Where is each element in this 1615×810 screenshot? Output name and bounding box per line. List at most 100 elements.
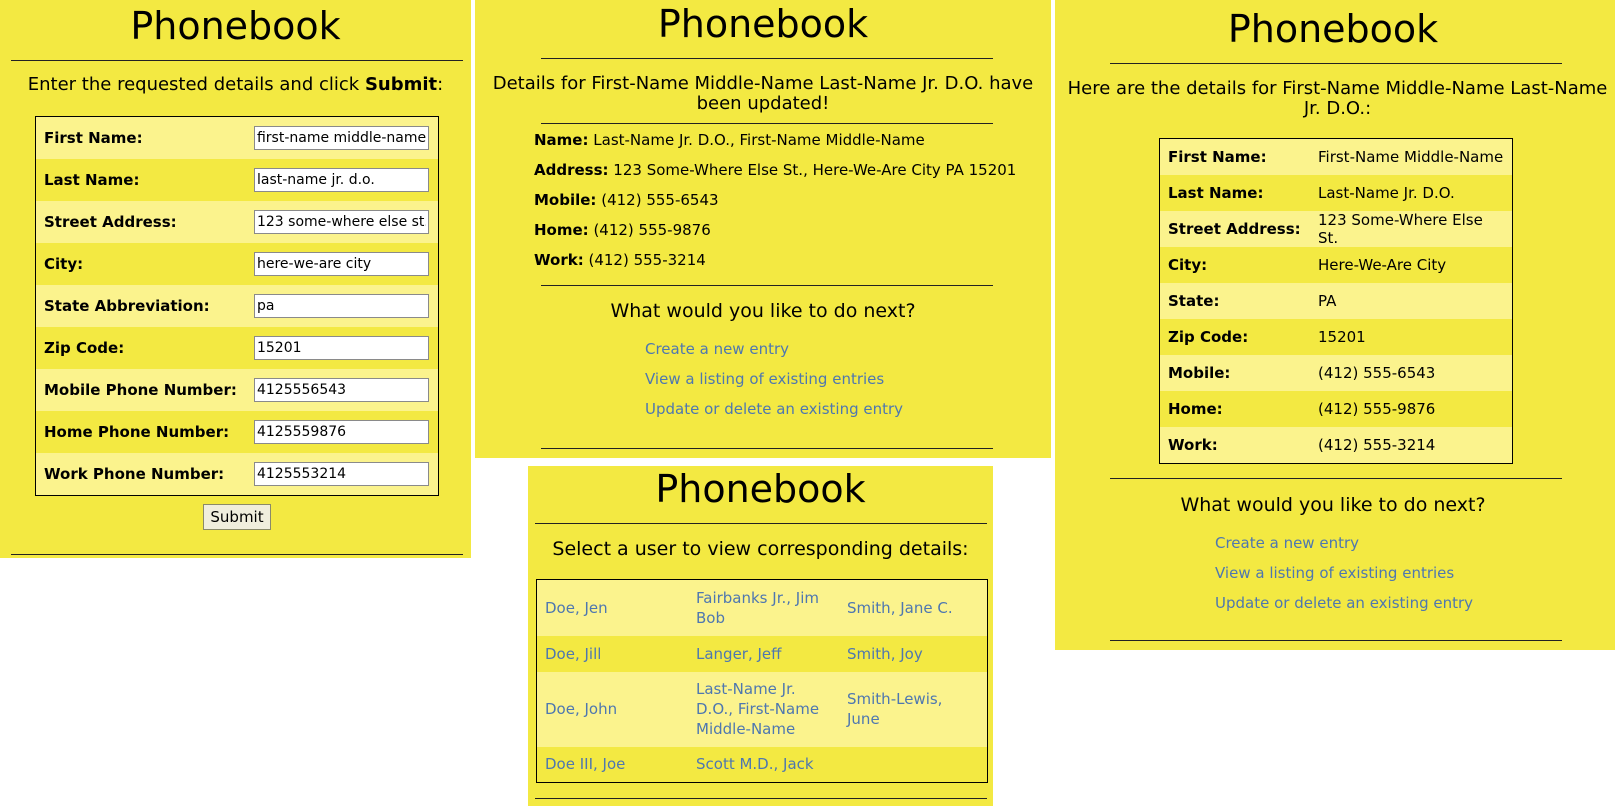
divider (541, 448, 993, 449)
page-title: Phonebook (655, 467, 866, 511)
field-label: State Abbreviation: (44, 297, 210, 315)
detail-row: Home: (412) 555-9876 (1159, 391, 1513, 427)
detail-value: (412) 555-3214 (1318, 436, 1436, 454)
first-name-input[interactable] (253, 126, 429, 150)
table-row: Doe, John Last-Name Jr. D.O., First-Name… (536, 671, 988, 747)
detail-label: Address: (534, 161, 609, 179)
detail-value: (412) 555-6543 (1318, 364, 1436, 382)
user-link[interactable]: Doe, Jill (545, 645, 601, 663)
detail-row: Zip Code: 15201 (1159, 319, 1513, 355)
detail-label: Last Name: (1168, 184, 1264, 202)
next-actions-links: Create a new entry View a listing of exi… (1215, 534, 1473, 624)
details-message: Here are the details for First-Name Midd… (1067, 78, 1608, 119)
update-message: Details for First-Name Middle-Name Last-… (492, 73, 1034, 114)
field-label: Street Address: (44, 213, 177, 231)
detail-label: State: (1168, 292, 1220, 310)
update-delete-link[interactable]: Update or delete an existing entry (1215, 594, 1473, 612)
detail-row: First Name: First-Name Middle-Name (1159, 138, 1513, 175)
divider (1110, 478, 1562, 479)
update-delete-link[interactable]: Update or delete an existing entry (645, 400, 903, 418)
next-actions-heading: What would you like to do next? (610, 300, 916, 322)
table-row: Doe, Jen Fairbanks Jr., Jim Bob Smith, J… (536, 579, 988, 636)
field-label: Home Phone Number: (44, 423, 230, 441)
detail-row: Last Name: Last-Name Jr. D.O. (1159, 175, 1513, 211)
divider (541, 123, 993, 124)
detail-value: PA (1318, 292, 1337, 310)
create-entry-link[interactable]: Create a new entry (645, 340, 789, 358)
user-link[interactable]: Smith, Jane C. (847, 599, 953, 617)
detail-row: Home: (412) 555-9876 (534, 218, 1016, 248)
detail-value: Last-Name Jr. D.O. (1318, 184, 1455, 202)
user-link[interactable]: Doe, Jen (545, 599, 608, 617)
instructions-end: : (437, 74, 444, 95)
mobile-phone-input[interactable] (253, 378, 429, 402)
entry-form-table: First Name: Last Name: Street Address: C… (35, 116, 439, 496)
next-actions-heading: What would you like to do next? (1180, 494, 1486, 516)
user-link[interactable]: Last-Name Jr. D.O., First-Name Middle-Na… (696, 680, 819, 738)
detail-value: (412) 555-3214 (588, 251, 706, 269)
field-label: Last Name: (44, 171, 140, 189)
user-link[interactable]: Doe III, Joe (545, 755, 625, 773)
detail-value: 123 Some-Where Else St. (1318, 211, 1483, 247)
zip-code-input[interactable] (253, 336, 429, 360)
detail-label: Name: (534, 131, 589, 149)
create-entry-link[interactable]: Create a new entry (1215, 534, 1359, 552)
view-listing-link[interactable]: View a listing of existing entries (1215, 564, 1454, 582)
divider (535, 798, 987, 799)
detail-label: Work: (1168, 436, 1218, 454)
instructions-text: Enter the requested details and click (27, 74, 365, 95)
detail-row: State: PA (1159, 283, 1513, 319)
field-label: City: (44, 255, 84, 273)
page-title: Phonebook (1227, 7, 1439, 51)
instructions-bold: Submit (364, 74, 438, 95)
form-row: City: (35, 243, 439, 285)
table-row: Doe, Jill Langer, Jeff Smith, Joy (536, 635, 988, 672)
detail-label: City: (1168, 256, 1208, 274)
detail-row: Mobile: (412) 555-6543 (534, 188, 1016, 218)
field-label: Mobile Phone Number: (44, 381, 237, 399)
user-listing-panel: Phonebook Select a user to view correspo… (528, 466, 993, 806)
page-title: Phonebook (657, 2, 869, 46)
detail-row: Street Address: 123 Some-Where Else St. (1159, 211, 1513, 247)
user-link[interactable]: Fairbanks Jr., Jim Bob (696, 589, 819, 627)
field-label: First Name: (44, 129, 143, 147)
divider (11, 60, 463, 61)
user-link[interactable]: Langer, Jeff (696, 645, 782, 663)
detail-label: First Name: (1168, 148, 1267, 166)
user-link[interactable]: Smith, Joy (847, 645, 923, 663)
state-input[interactable] (253, 294, 429, 318)
next-actions-links: Create a new entry View a listing of exi… (645, 340, 903, 430)
user-link[interactable]: Smith-Lewis, June (847, 690, 942, 728)
entry-details-table: First Name: First-Name Middle-Name Last N… (1159, 138, 1513, 464)
detail-value: 123 Some-Where Else St., Here-We-Are Cit… (613, 161, 1017, 179)
view-listing-link[interactable]: View a listing of existing entries (645, 370, 884, 388)
detail-value: Last-Name Jr. D.O., First-Name Middle-Na… (593, 131, 925, 149)
user-link[interactable]: Scott M.D., Jack (696, 755, 814, 773)
divider (11, 554, 463, 555)
detail-row: City: Here-We-Are City (1159, 247, 1513, 283)
divider (541, 58, 993, 59)
city-input[interactable] (253, 252, 429, 276)
form-row: Work Phone Number: (35, 453, 439, 496)
detail-row: Work: (412) 555-3214 (534, 248, 1016, 278)
field-label: Work Phone Number: (44, 465, 225, 483)
submit-button[interactable]: Submit (203, 504, 271, 530)
divider (535, 523, 987, 524)
field-label: Zip Code: (44, 339, 125, 357)
user-listing-table: Doe, Jen Fairbanks Jr., Jim Bob Smith, J… (536, 579, 988, 783)
street-address-input[interactable] (253, 210, 429, 234)
last-name-input[interactable] (253, 168, 429, 192)
entry-details: Name: Last-Name Jr. D.O., First-Name Mid… (534, 128, 1016, 278)
detail-row: Mobile: (412) 555-6543 (1159, 355, 1513, 391)
home-phone-input[interactable] (253, 420, 429, 444)
form-row: Zip Code: (35, 327, 439, 369)
work-phone-input[interactable] (253, 462, 429, 486)
user-link[interactable]: Doe, John (545, 700, 617, 718)
divider (1110, 640, 1562, 641)
detail-value: Here-We-Are City (1318, 256, 1447, 274)
detail-label: Mobile: (1168, 364, 1231, 382)
table-row: Doe III, Joe Scott M.D., Jack (536, 746, 988, 783)
detail-value: 15201 (1318, 328, 1366, 346)
detail-row: Name: Last-Name Jr. D.O., First-Name Mid… (534, 128, 1016, 158)
detail-value: (412) 555-9876 (593, 221, 711, 239)
